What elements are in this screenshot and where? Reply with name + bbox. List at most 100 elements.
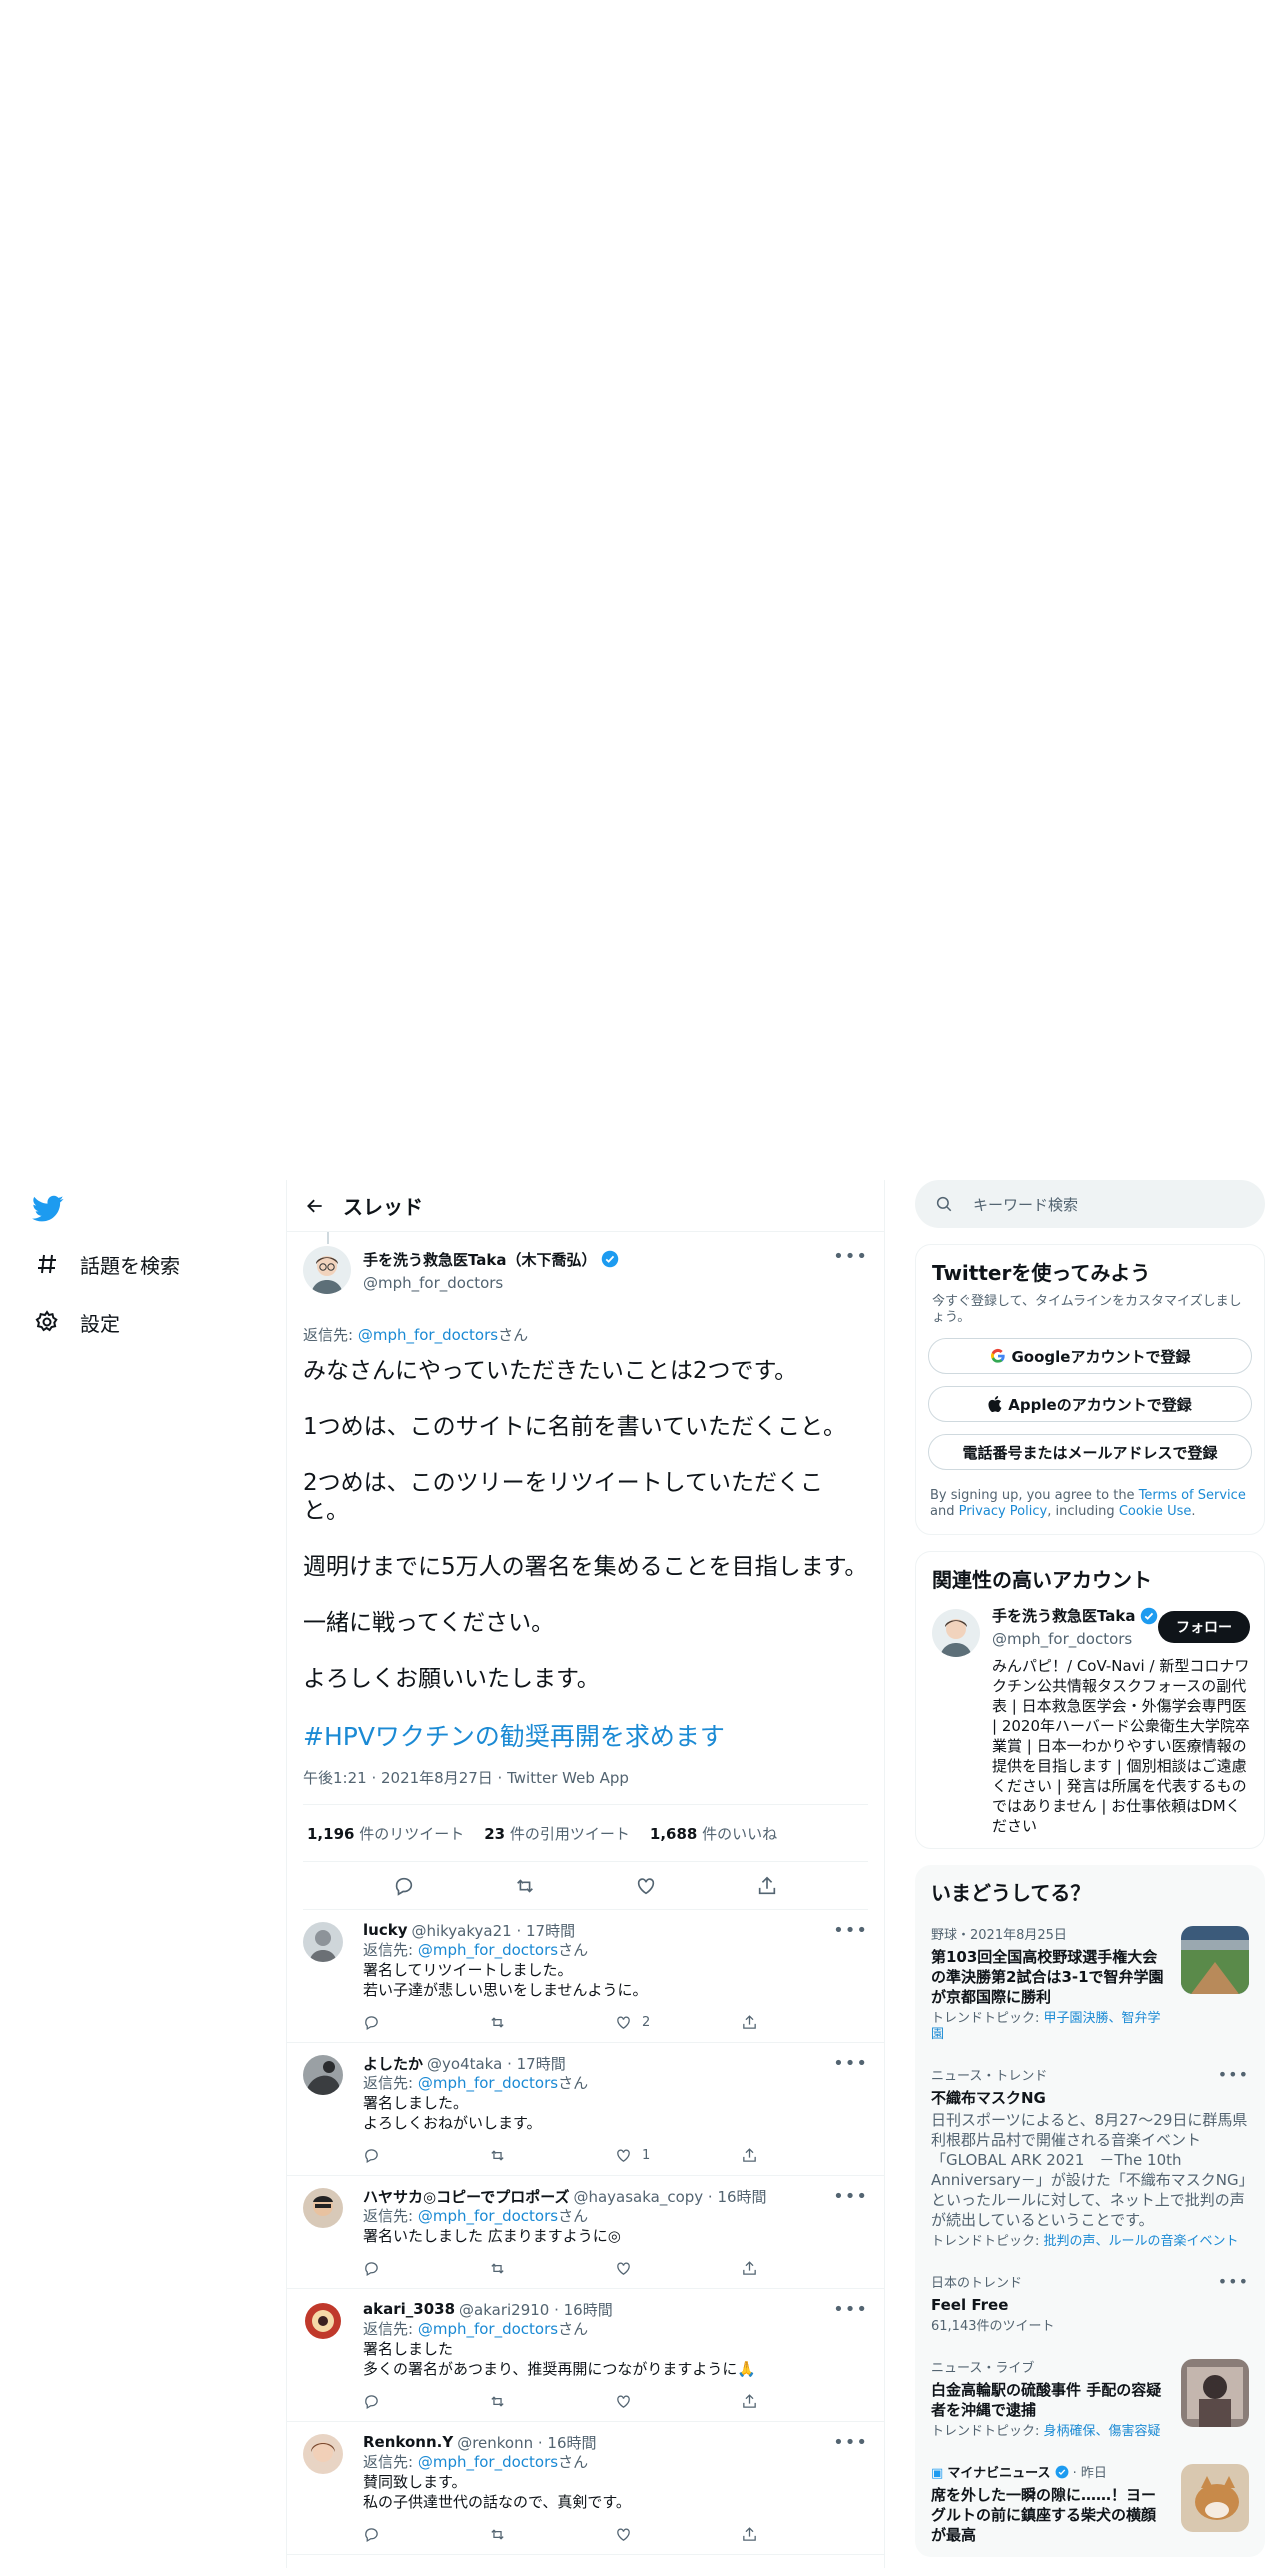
reply-author-name[interactable]: Renkonn.Y	[363, 2433, 453, 2451]
reply-to-link[interactable]: @mph_for_doctors	[418, 2453, 558, 2471]
trend-item[interactable]: ▣ マイナビニュース · 昨日 席を外した一瞬の隙に……！ヨーグルトの前に鎮座す…	[915, 2452, 1265, 2557]
tweet-paragraph: よろしくお願いいたします。	[303, 1666, 600, 1692]
reply-to-link[interactable]: @mph_for_doctors	[418, 2320, 558, 2338]
trend-title: 白金高輪駅の硫酸事件 手配の容疑者を沖縄で逮捕	[931, 2381, 1162, 2419]
reply-to-link[interactable]: @mph_for_doctors	[418, 1941, 558, 1959]
back-arrow-icon[interactable]	[287, 1196, 343, 1216]
hashtag-link[interactable]: #HPVワクチンの勧奨再開を求めます	[303, 1717, 868, 1753]
phone-email-signup-button[interactable]: 電話番号またはメールアドレスで登録	[928, 1434, 1252, 1470]
twitter-logo-icon[interactable]	[32, 1195, 64, 1223]
trend-item[interactable]: ニュース・ライブ 白金高輪駅の硫酸事件 手配の容疑者を沖縄で逮捕 トレンドトピッ…	[915, 2347, 1265, 2452]
trend-item[interactable]: 野球・2021年8月25日 第103回全国高校野球選手権大会の準決勝第2試合は3…	[915, 1914, 1265, 2055]
related-account[interactable]: 手を洗う救急医Taka @mph_for_doctors みんパピ！/ CoV-…	[916, 1601, 1264, 1848]
like-icon[interactable]: 2	[615, 2014, 741, 2031]
retweet-icon[interactable]	[489, 2393, 615, 2410]
avatar[interactable]	[303, 2301, 343, 2341]
tweet-body: みなさんにやっていただきたいことは2つです。 1つめは、このサイトに名前を書いて…	[303, 1357, 868, 1693]
google-signup-button[interactable]: Googleアカウントで登録	[928, 1338, 1252, 1374]
reply-icon[interactable]	[363, 2393, 489, 2410]
share-icon[interactable]	[741, 2147, 867, 2164]
reply-icon[interactable]	[363, 2014, 489, 2031]
main-column: スレッド 手を洗う救急医Taka（木下喬弘） @mph_for_doctors …	[286, 1180, 885, 2568]
like-icon[interactable]	[615, 2260, 741, 2277]
tweet-stats: 1,196 件のリツイート 23 件の引用ツイート 1,688 件のいいね	[303, 1804, 868, 1862]
quote-count[interactable]: 23 件の引用ツイート	[484, 1823, 630, 1844]
reply-handle-time[interactable]: @renkonn · 16時間	[457, 2432, 596, 2453]
reply-author-name[interactable]: ハヤサカ◎コピーでプロポーズ	[363, 2186, 569, 2207]
tweet-actions	[303, 1862, 868, 1910]
avatar[interactable]	[303, 1246, 351, 1294]
nav-settings[interactable]: 設定	[32, 1302, 120, 1342]
trend-item[interactable]: 日本のトレンド ••• Feel Free 61,143件のツイート	[915, 2262, 1265, 2347]
retweet-icon[interactable]	[489, 2526, 615, 2543]
follow-button[interactable]: フォロー	[1158, 1611, 1250, 1643]
retweet-icon[interactable]	[489, 2147, 615, 2164]
avatar[interactable]	[303, 2188, 343, 2228]
more-options-icon[interactable]: •••	[833, 1246, 868, 1267]
reply-to-link[interactable]: @mph_for_doctors	[418, 2074, 558, 2092]
reply-handle-time[interactable]: @hayasaka_copy · 16時間	[573, 2186, 766, 2207]
share-icon[interactable]	[755, 1874, 779, 1898]
avatar[interactable]	[303, 2434, 343, 2474]
like-count[interactable]: 1,688 件のいいね	[650, 1823, 777, 1844]
like-icon[interactable]	[634, 1874, 658, 1898]
reply-tweet[interactable]: ••• ハヤサカ◎コピーでプロポーズ @hayasaka_copy · 16時間 …	[287, 2176, 884, 2289]
apple-icon	[988, 1396, 1002, 1412]
retweet-icon[interactable]	[489, 2260, 615, 2277]
author-handle[interactable]: @mph_for_doctors	[363, 1274, 619, 1292]
share-icon[interactable]	[741, 2260, 867, 2277]
more-options-icon[interactable]: •••	[833, 2186, 868, 2207]
like-icon[interactable]: 1	[615, 2147, 741, 2164]
reply-tweet[interactable]: ••• akari_3038 @akari2910 · 16時間 返信先: @mp…	[287, 2289, 884, 2422]
reply-author-name[interactable]: lucky	[363, 1921, 407, 1939]
share-icon[interactable]	[741, 2393, 867, 2410]
more-options-icon[interactable]: •••	[833, 2299, 868, 2320]
trend-title: 席を外した一瞬の隙に……！ヨーグルトの前に鎮座する柴犬の横顔が最高	[931, 2486, 1157, 2544]
reply-to-link[interactable]: @mph_for_doctors	[358, 1326, 498, 1344]
reply-icon[interactable]	[392, 1874, 416, 1898]
avatar[interactable]	[303, 1922, 343, 1962]
retweet-icon[interactable]	[489, 2014, 615, 2031]
reply-to-link[interactable]: @mph_for_doctors	[418, 2207, 558, 2225]
retweet-count[interactable]: 1,196 件のリツイート	[307, 1823, 464, 1844]
reply-author-name[interactable]: よしたか	[363, 2053, 423, 2074]
cookie-link[interactable]: Cookie Use	[1119, 1504, 1192, 1519]
reply-tweet[interactable]: ••• よしたか @yo4taka · 17時間 返信先: @mph_for_do…	[287, 2043, 884, 2176]
related-title: 関連性の高いアカウント	[932, 1568, 1152, 1592]
reply-handle-time[interactable]: @hikyakya21 · 17時間	[411, 1920, 575, 1941]
google-icon	[990, 1348, 1005, 1363]
reply-handle-time[interactable]: @akari2910 · 16時間	[459, 2299, 613, 2320]
nav-explore-label: 話題を検索	[80, 1253, 180, 1278]
avatar[interactable]	[932, 1609, 980, 1657]
more-options-icon[interactable]: •••	[833, 2053, 868, 2074]
more-options-icon[interactable]: •••	[1218, 2065, 1249, 2084]
like-icon[interactable]	[615, 2526, 741, 2543]
author-name[interactable]: 手を洗う救急医Taka（木下喬弘）	[363, 1249, 619, 1270]
apple-signup-button[interactable]: Appleのアカウントで登録	[928, 1386, 1252, 1422]
retweet-icon[interactable]	[513, 1874, 537, 1898]
trend-item[interactable]: ニュース・トレンド ••• 不織布マスクNG 日刊スポーツによると、8月27〜2…	[915, 2055, 1265, 2262]
page-title: スレッド	[343, 1195, 423, 1219]
reply-handle-time[interactable]: @yo4taka · 17時間	[427, 2053, 566, 2074]
reply-icon[interactable]	[363, 2260, 489, 2277]
reply-icon[interactable]	[363, 2147, 489, 2164]
avatar[interactable]	[303, 2055, 343, 2095]
search-placeholder: キーワード検索	[973, 1195, 1079, 1214]
reply-tweet[interactable]: ••• Renkonn.Y @renkonn · 16時間 返信先: @mph_f…	[287, 2422, 884, 2555]
tweet-timestamp[interactable]: 午後1:21 · 2021年8月27日 · Twitter Web App	[303, 1767, 868, 1804]
like-icon[interactable]	[615, 2393, 741, 2410]
privacy-link[interactable]: Privacy Policy	[959, 1504, 1048, 1519]
nav-explore[interactable]: 話題を検索	[32, 1244, 180, 1284]
share-icon[interactable]	[741, 2526, 867, 2543]
terms-link[interactable]: Terms of Service	[1139, 1488, 1246, 1503]
reply-author-name[interactable]: akari_3038	[363, 2300, 455, 2318]
share-icon[interactable]	[741, 2014, 867, 2031]
reply-icon[interactable]	[363, 2526, 489, 2543]
search-input[interactable]: キーワード検索	[915, 1180, 1265, 1228]
reply-text-line: 署名いたしました 広まりますように◎	[363, 2227, 621, 2245]
more-options-icon[interactable]: •••	[833, 1920, 868, 1941]
more-options-icon[interactable]: •••	[1218, 2272, 1249, 2291]
more-options-icon[interactable]: •••	[833, 2432, 868, 2453]
related-bio: みんパピ！/ CoV-Navi / 新型コロナワクチン公共情報タスクフォースの副…	[992, 1657, 1250, 1835]
reply-tweet[interactable]: ••• lucky @hikyakya21 · 17時間 返信先: @mph_fo…	[287, 1910, 884, 2043]
